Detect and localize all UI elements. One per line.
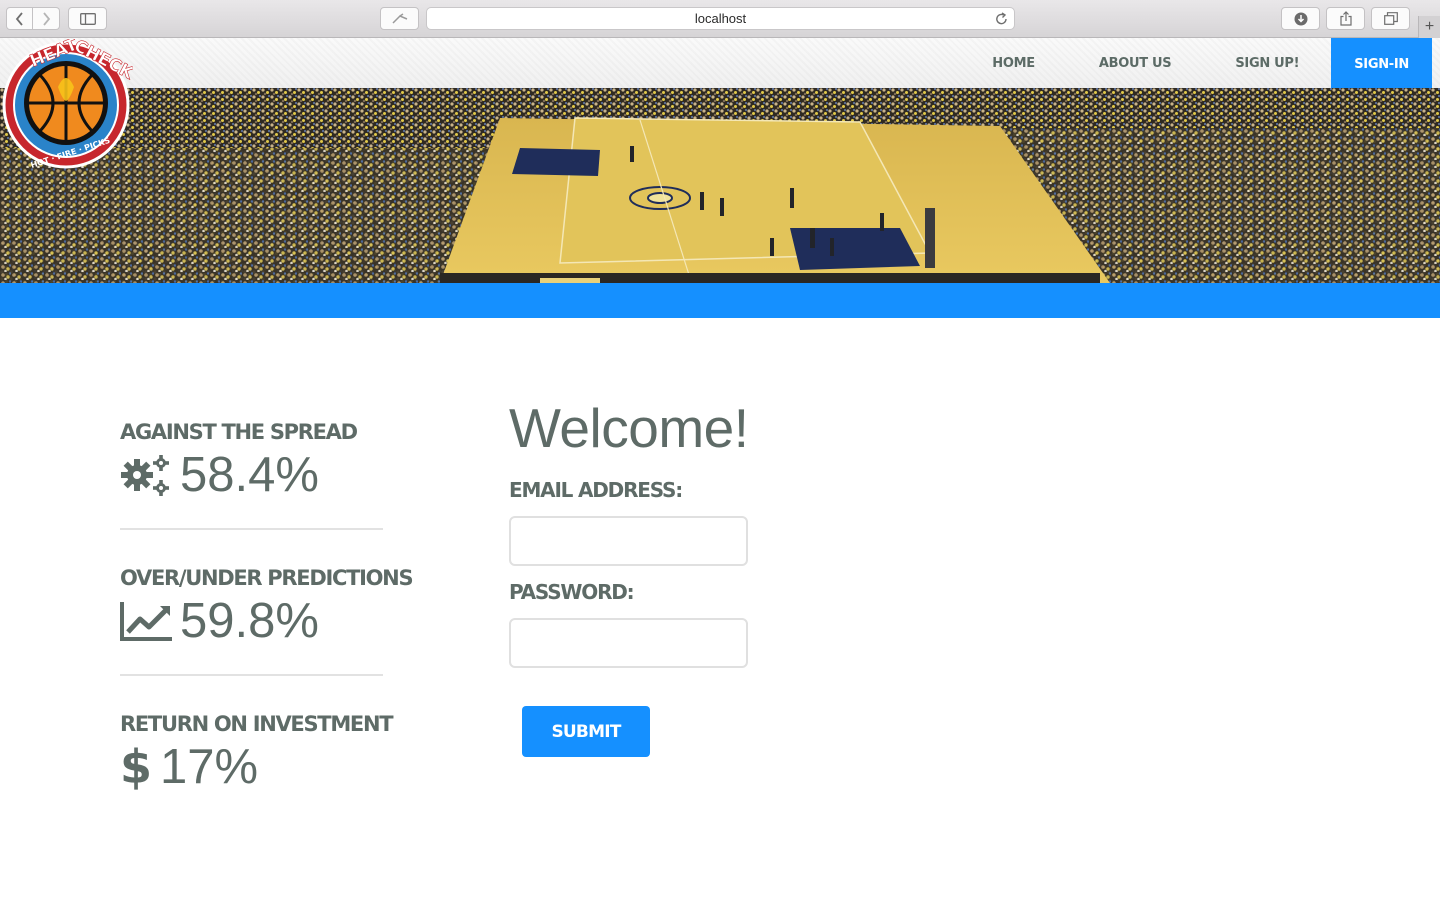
- gears-icon: [120, 452, 176, 498]
- nav-menu: HOME ABOUT US SIGN UP! SIGN-IN: [960, 38, 1432, 91]
- top-navigation: HOME ABOUT US SIGN UP! SIGN-IN: [0, 38, 1440, 91]
- page: HOME ABOUT US SIGN UP! SIGN-IN HEAT CHEC…: [0, 34, 1440, 900]
- sidebar-icon: [79, 12, 96, 25]
- nav-signin-link[interactable]: SIGN-IN: [1331, 38, 1432, 91]
- reader-icon: [391, 12, 407, 24]
- stat-divider: [120, 528, 383, 530]
- nav-signup-link[interactable]: SIGN UP!: [1203, 38, 1331, 88]
- new-tab-button[interactable]: +: [1418, 16, 1440, 38]
- back-arrow-icon: [15, 11, 23, 26]
- accent-band: [0, 283, 1440, 318]
- arena-illustration: [0, 88, 1440, 283]
- email-label: EMAIL ADDRESS:: [509, 478, 683, 502]
- back-button[interactable]: [6, 7, 33, 30]
- nav-home-link[interactable]: HOME: [960, 38, 1067, 88]
- stat-roi: RETURN ON INVESTMENT $ 17%: [120, 712, 394, 858]
- stat-ats: AGAINST THE SPREAD 58.4%: [120, 420, 383, 566]
- stat-value: 59.8%: [180, 594, 319, 648]
- basketball-logo: HEAT CHECK HOT · FIRE · PICKS: [2, 34, 137, 170]
- submit-button[interactable]: SUBMIT: [522, 706, 650, 757]
- hero-arena-image: [0, 88, 1440, 283]
- welcome-heading: Welcome!: [509, 397, 749, 459]
- stat-title: RETURN ON INVESTMENT: [120, 712, 394, 736]
- tabs-button[interactable]: [1371, 7, 1410, 30]
- signin-form: Welcome! EMAIL ADDRESS: PASSWORD: SUBMIT: [509, 396, 809, 757]
- url-text: localhost: [694, 11, 747, 26]
- history-buttons: [6, 7, 60, 30]
- reader-button[interactable]: [380, 7, 419, 30]
- stat-title: AGAINST THE SPREAD: [120, 420, 358, 444]
- browser-toolbar: localhost +: [0, 0, 1440, 38]
- stats-panel: AGAINST THE SPREAD 58.4% OVER/UNDER PRED…: [120, 420, 414, 858]
- line-chart-icon: [120, 598, 176, 644]
- forward-arrow-icon: [43, 11, 51, 26]
- forward-button[interactable]: [33, 7, 60, 30]
- dollar-icon: $: [120, 740, 153, 794]
- email-field[interactable]: [509, 516, 748, 566]
- sidebar-button[interactable]: [68, 7, 107, 30]
- plus-icon: +: [1424, 18, 1435, 35]
- heat-check-logo[interactable]: HEAT CHECK HOT · FIRE · PICKS: [0, 34, 137, 170]
- stat-over-under: OVER/UNDER PREDICTIONS 59.8%: [120, 566, 414, 712]
- address-bar[interactable]: localhost: [426, 7, 1015, 30]
- password-field[interactable]: [509, 618, 748, 668]
- password-label: PASSWORD:: [509, 580, 635, 604]
- stat-value: 17%: [160, 740, 259, 794]
- share-button[interactable]: [1326, 7, 1365, 30]
- stat-value: 58.4%: [180, 448, 319, 502]
- downloads-button[interactable]: [1281, 7, 1320, 30]
- stat-title: OVER/UNDER PREDICTIONS: [120, 566, 414, 590]
- stat-divider: [120, 674, 383, 676]
- download-icon: [1294, 12, 1307, 25]
- tabs-icon: [1383, 12, 1398, 25]
- nav-about-link[interactable]: ABOUT US: [1067, 38, 1204, 88]
- share-icon: [1339, 11, 1352, 26]
- reload-icon[interactable]: [995, 12, 1008, 26]
